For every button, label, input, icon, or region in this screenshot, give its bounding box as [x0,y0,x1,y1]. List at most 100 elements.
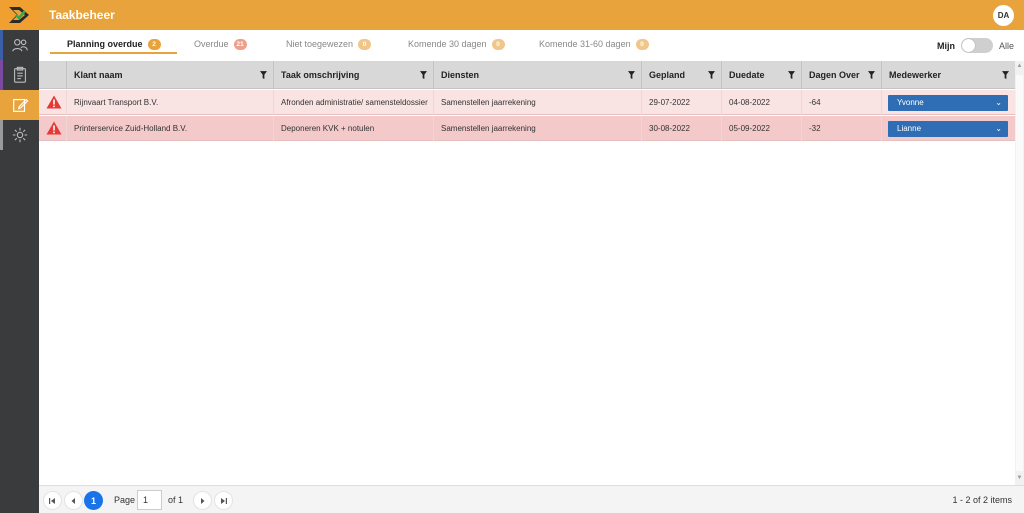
column-title: Diensten [441,70,480,80]
cell-klant-naam: Printerservice Zuid-Holland B.V. [66,116,273,141]
chevron-down-icon: ⌄ [995,98,1002,107]
column-header-diensten[interactable]: Diensten [433,61,641,89]
column-title: Gepland [649,70,686,80]
page-label: Page [114,495,136,505]
mijn-alle-toggle-group: Mijn Alle [937,38,1014,53]
table-row[interactable]: Rijnvaart Transport B.V. Afronden admini… [39,90,1015,115]
tab-overdue[interactable]: Overdue 21 [194,39,247,57]
sidebar-item-tasks[interactable] [0,60,39,90]
dropdown-value: Lianne [897,124,922,133]
column-header-duedate[interactable]: Duedate [721,61,801,89]
previous-page-button[interactable] [64,491,83,510]
previous-page-icon [71,497,75,504]
medewerker-dropdown[interactable]: Lianne ⌄ [888,121,1008,137]
filter-icon[interactable] [1002,71,1009,79]
cell-diensten: Samenstellen jaarrekening [433,116,641,141]
column-header-gepland[interactable]: Gepland [641,61,721,89]
column-title: Dagen Over [809,70,860,80]
tab-label: Komende 30 dagen [408,39,487,49]
column-title: Klant naam [74,70,123,80]
vertical-scrollbar[interactable]: ▲ ▼ [1015,61,1024,485]
sidebar-stripe [0,120,3,150]
toggle-knob [961,39,975,52]
gear-icon [12,127,27,143]
column-title: Medewerker [889,70,942,80]
tab-count-badge: 0 [358,39,372,50]
warning-icon [46,121,62,135]
toggle-label-alle: Alle [998,40,1014,51]
cell-gepland: 30-08-2022 [641,116,721,141]
tab-komende-30-dagen[interactable]: Komende 30 dagen 0 [408,39,505,57]
sidebar-stripe [0,60,3,90]
app-header: Taakbeheer DA [39,0,1024,30]
column-header-taak-omschrijving[interactable]: Taak omschrijving [273,61,433,89]
column-header-status [39,61,66,89]
tab-label: Overdue [194,39,229,49]
mijn-alle-toggle[interactable] [960,38,993,53]
pager: 1 Page 1 of 1 1 - 2 of 2 items [39,485,1024,513]
cell-medewerker: Yvonne ⌄ [881,90,1015,115]
app-logo[interactable] [0,0,39,30]
column-title: Taak omschrijving [281,70,360,80]
cell-taak-omschrijving: Deponeren KVK + notulen [273,116,433,141]
cell-duedate: 05-09-2022 [721,116,801,141]
filter-icon[interactable] [868,71,875,79]
tab-count-badge: 2 [147,39,161,50]
column-title: Duedate [729,70,765,80]
filter-icon[interactable] [628,71,635,79]
tab-label: Niet toegewezen [286,39,354,49]
tab-komende-31-60-dagen[interactable]: Komende 31-60 dagen 0 [539,39,649,57]
cell-diensten: Samenstellen jaarrekening [433,90,641,115]
sidebar-item-users[interactable] [0,30,39,60]
user-avatar[interactable]: DA [993,5,1014,26]
tab-count-badge: 21 [233,39,247,50]
filter-icon[interactable] [708,71,715,79]
app-title: Taakbeheer [49,8,115,22]
first-page-icon [49,497,55,504]
scrollbar-thumb[interactable] [1016,75,1023,471]
filter-icon[interactable] [420,71,427,79]
tabs-bar: Planning overdue 2 Overdue 21 Niet toege… [39,30,1024,61]
logo-icon [8,7,29,23]
dropdown-value: Yvonne [897,98,924,107]
tab-count-badge: 0 [491,39,505,50]
tab-label: Planning overdue [67,39,143,49]
tab-niet-toegewezen[interactable]: Niet toegewezen 0 [286,39,372,57]
scroll-up-arrow-icon[interactable]: ▲ [1016,63,1023,71]
pager-summary: 1 - 2 of 2 items [952,495,1012,505]
page-input[interactable]: 1 [137,490,162,510]
column-header-klant-naam[interactable]: Klant naam [66,61,273,89]
scroll-down-arrow-icon[interactable]: ▼ [1016,475,1023,483]
sidebar-item-taakbeheer[interactable] [0,90,39,120]
tab-planning-overdue[interactable]: Planning overdue 2 [67,39,161,57]
column-header-dagen-over[interactable]: Dagen Over [801,61,881,89]
last-page-icon [221,497,227,504]
column-header-medewerker[interactable]: Medewerker [881,61,1015,89]
table-row[interactable]: Printerservice Zuid-Holland B.V. Deponer… [39,116,1015,141]
medewerker-dropdown[interactable]: Yvonne ⌄ [888,95,1008,111]
users-icon [11,39,28,52]
cell-medewerker: Lianne ⌄ [881,116,1015,141]
filter-icon[interactable] [260,71,267,79]
tab-label: Komende 31-60 dagen [539,39,631,49]
next-page-icon [201,497,205,504]
sidebar-stripe [0,30,3,60]
first-page-button[interactable] [43,491,62,510]
cell-taak-omschrijving: Afronden administratie/ samensteldossier [273,90,433,115]
next-page-button[interactable] [193,491,212,510]
cell-duedate: 04-08-2022 [721,90,801,115]
filter-icon[interactable] [788,71,795,79]
page-number-button[interactable]: 1 [84,491,103,510]
sidebar-item-settings[interactable] [0,120,39,150]
cell-dagen-over: -32 [801,116,881,141]
toggle-label-mijn: Mijn [936,40,955,51]
cell-gepland: 29-07-2022 [641,90,721,115]
last-page-button[interactable] [214,491,233,510]
grid-header: Klant naam Taak omschrijving Diensten Ge… [39,61,1015,89]
warning-icon [46,95,62,109]
tab-count-badge: 0 [635,39,649,50]
cell-klant-naam: Rijnvaart Transport B.V. [66,90,273,115]
edit-icon [12,98,28,112]
task-grid: Klant naam Taak omschrijving Diensten Ge… [39,61,1015,485]
page-of-label: of 1 [168,495,184,505]
